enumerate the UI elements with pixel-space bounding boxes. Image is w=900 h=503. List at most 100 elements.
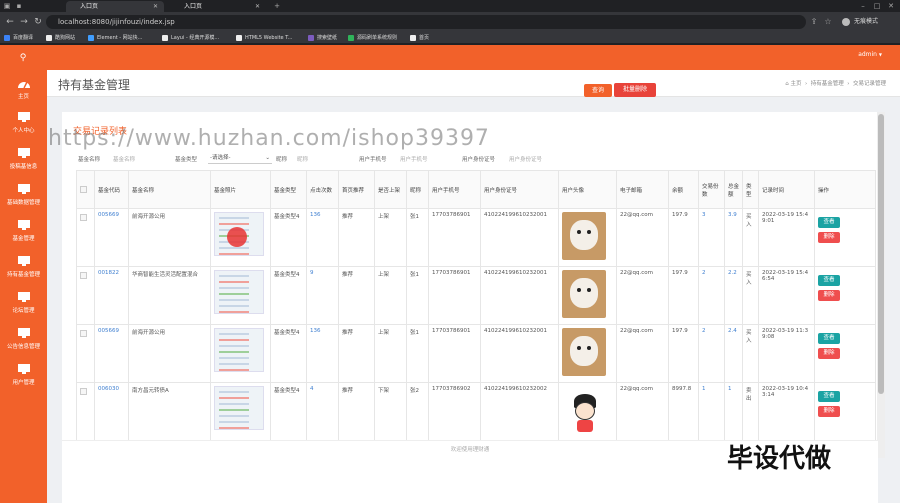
cell-type: 基金类型4: [270, 208, 307, 267]
avatar-cell: [558, 324, 617, 383]
back-icon[interactable]: ←: [4, 16, 16, 28]
view-button[interactable]: 查看: [818, 391, 840, 402]
sidebar-item-holdings[interactable]: 持有基金管理: [0, 251, 47, 285]
sidebar-item-fund[interactable]: 基金管理: [0, 215, 47, 249]
url-input[interactable]: localhost:8080/jijinfouzi/index.jsp: [46, 15, 806, 29]
share-icon[interactable]: ⇪: [808, 16, 820, 28]
actions-cell: 查看删除: [814, 324, 876, 383]
row-select-cell[interactable]: [76, 266, 95, 325]
bookmark-item[interactable]: 搜索壁纸: [308, 33, 337, 43]
maximize-icon[interactable]: □: [872, 1, 882, 11]
bookmark-item[interactable]: 首页: [410, 33, 429, 43]
delete-button[interactable]: 删除: [818, 406, 840, 417]
cell-clicks: 9: [306, 266, 339, 325]
sidebar-item-home[interactable]: 主页: [0, 73, 47, 107]
scrollbar-thumb[interactable]: [878, 114, 884, 394]
row-checkbox[interactable]: [80, 330, 87, 337]
fund-photo-image: [214, 270, 264, 314]
incognito-profile[interactable]: 无痕模式: [842, 15, 888, 29]
url-text: localhost:8080/jijinfouzi/index.jsp: [58, 18, 175, 26]
sidebar-item-label: 持有基金管理: [6, 272, 40, 278]
fund-photo-image: [214, 328, 264, 372]
reload-icon[interactable]: ↻: [32, 16, 44, 28]
close-icon[interactable]: ✕: [153, 1, 158, 12]
column-header: 点击次数: [306, 170, 339, 209]
window-menu-icon[interactable]: ▣: [2, 1, 12, 11]
column-header: 基金照片: [210, 170, 271, 209]
avatar: [562, 328, 606, 376]
sidebar-item-forum[interactable]: 论坛管理: [0, 287, 47, 321]
cell-phone: 17703786901: [428, 324, 481, 383]
row-select-cell[interactable]: [76, 324, 95, 383]
delete-button[interactable]: 删除: [818, 232, 840, 243]
row-select-cell[interactable]: [76, 382, 95, 441]
minimize-icon[interactable]: –: [858, 1, 868, 11]
sidebar-item-label: 公告信息管理: [6, 344, 40, 350]
bookmarks-bar: 百度翻译 酷狗网站 Element - 网站快... Layui - 经典开源模…: [0, 32, 900, 44]
bookmark-item[interactable]: HTML5 Website T...: [236, 33, 292, 43]
title-bar: 持有基金管理 ⌂ 主页 › 持有基金管理 › 交易记录管理: [47, 70, 900, 97]
bookmark-item[interactable]: Element - 网站快...: [88, 33, 142, 43]
breadcrumb-item[interactable]: 持有基金管理: [811, 81, 844, 87]
watermark: https://www.huzhan.com/ishop39397: [48, 126, 490, 151]
chevron-down-icon: ▼: [878, 52, 882, 57]
bookmark-item[interactable]: 源码刷单系统规则: [348, 33, 397, 43]
bookmark-star-icon[interactable]: ☆: [822, 16, 834, 28]
select-all-header[interactable]: [76, 170, 95, 209]
window-close-icon[interactable]: ✕: [886, 1, 896, 11]
browser-tab-2[interactable]: 入口页 ✕: [170, 1, 266, 12]
stamp-text: 毕设代做: [727, 444, 832, 474]
cell-recommend: 推荐: [338, 208, 375, 267]
cell-time: 2022-03-19 10:43:14: [758, 382, 815, 441]
forward-icon[interactable]: →: [18, 16, 30, 28]
monitor-icon: [17, 112, 30, 122]
bookmark-item[interactable]: 百度翻译: [4, 33, 33, 43]
cell-idcard: 410224199610232001: [480, 208, 559, 267]
dashboard-icon: [17, 81, 30, 89]
bookmark-item[interactable]: 酷狗网站: [46, 33, 75, 43]
cell-type: 基金类型4: [270, 382, 307, 441]
row-select-cell[interactable]: [76, 208, 95, 267]
new-tab-icon[interactable]: +: [272, 1, 282, 11]
delete-button[interactable]: 删除: [818, 290, 840, 301]
sidebar-item-label: 基金管理: [12, 236, 35, 242]
cell-name: 前海开源公用: [128, 208, 211, 267]
breadcrumb: ⌂ 主页 › 持有基金管理 › 交易记录管理: [785, 79, 886, 87]
sidebar-item-notice[interactable]: 公告信息管理: [0, 323, 47, 357]
bookmark-item[interactable]: Layui - 经典开源模...: [162, 33, 219, 43]
cell-kind: 买入: [742, 208, 759, 267]
select-all-checkbox[interactable]: [80, 186, 87, 193]
cell-idcard: 410224199610232001: [480, 324, 559, 383]
tab-label: 入口页: [80, 3, 99, 10]
monitor-icon: [17, 328, 30, 338]
browser-tab-1[interactable]: 入口页 ✕: [66, 1, 164, 12]
user-menu[interactable]: admin ▼: [858, 51, 882, 58]
row-checkbox[interactable]: [80, 272, 87, 279]
sidebar-item-profile[interactable]: 个人中心: [0, 107, 47, 141]
column-header: 总金额: [724, 170, 743, 209]
cell-balance: 197.9: [668, 266, 699, 325]
cell-type: 基金类型4: [270, 324, 307, 383]
breadcrumb-item[interactable]: 主页: [791, 81, 802, 87]
batch-delete-button[interactable]: 批量删除: [614, 83, 656, 97]
sidebar-item-users[interactable]: 用户管理: [0, 359, 47, 393]
sidebar-item-submission[interactable]: 投稿基信息: [0, 143, 47, 177]
row-checkbox[interactable]: [80, 214, 87, 221]
view-button[interactable]: 查看: [818, 333, 840, 344]
cell-code: 005669: [94, 324, 129, 383]
sidebar-item-basic-data[interactable]: 基础数据管理: [0, 179, 47, 213]
sidebar: ⚲ 主页 个人中心 投稿基信息 基础数据管理 基金管理 持有基金管理 论坛管理: [0, 45, 47, 503]
column-header: 昵称: [406, 170, 429, 209]
delete-button[interactable]: 删除: [818, 348, 840, 359]
close-icon[interactable]: ✕: [255, 1, 260, 12]
cell-shares: 1: [698, 382, 725, 441]
row-checkbox[interactable]: [80, 388, 87, 395]
cell-clicks: 4: [306, 382, 339, 441]
scrollbar[interactable]: [877, 112, 885, 458]
view-button[interactable]: 查看: [818, 217, 840, 228]
cell-onsale: 上架: [374, 266, 407, 325]
cell-name: 华商智能生活灵活配置混合: [128, 266, 211, 325]
view-button[interactable]: 查看: [818, 275, 840, 286]
tab-search-icon[interactable]: ▪: [14, 1, 24, 11]
query-button[interactable]: 查询: [584, 84, 612, 97]
